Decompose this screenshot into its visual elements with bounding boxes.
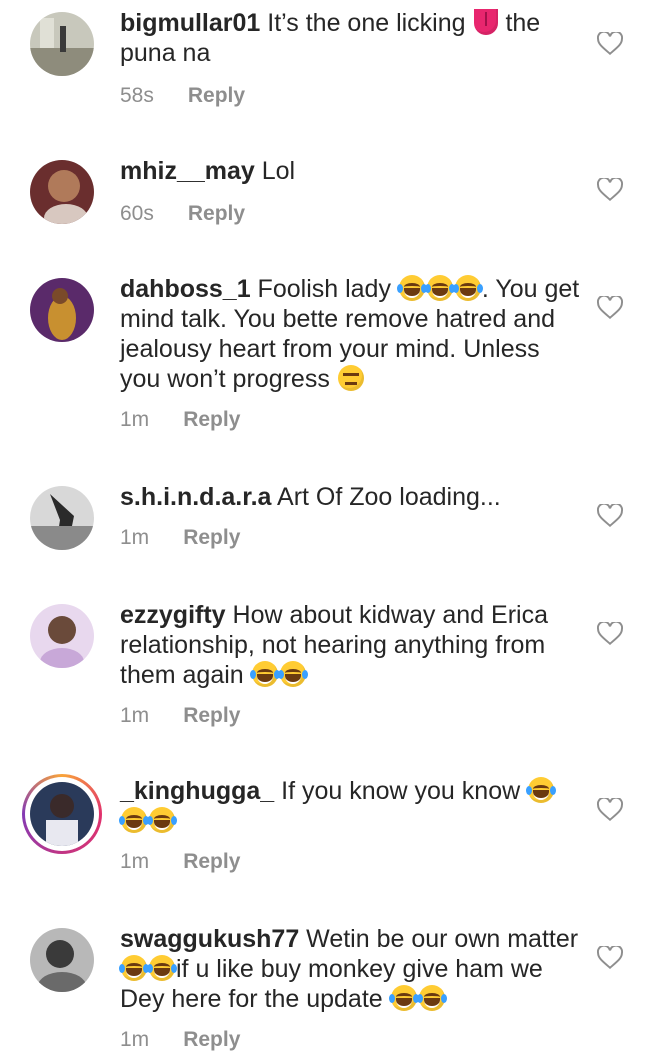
- expressionless-emoji: [337, 365, 364, 391]
- laughing-tears-emoji: [277, 661, 308, 687]
- username[interactable]: s.h.i.n.d.a.r.a: [120, 483, 271, 511]
- laughing-tears-emoji: [119, 807, 149, 833]
- comment-text: s.h.i.n.d.a.r.a Art Of Zoo loading...: [120, 483, 501, 511]
- comment-text: ezzygifty How about kidway and Erica rel…: [120, 601, 548, 689]
- laughing-tears-emoji: [388, 985, 419, 1011]
- avatar[interactable]: [30, 12, 94, 76]
- timestamp: 1m: [120, 408, 150, 431]
- comment-text: dahboss_1 Foolish lady . You get mind ta…: [120, 275, 580, 393]
- avatar[interactable]: [30, 928, 94, 992]
- comment-text: _kinghugga_ If you know you know: [119, 776, 580, 836]
- reply-button[interactable]: Reply: [188, 84, 245, 108]
- comment-meta: 58s Reply: [120, 84, 245, 108]
- laughing-tears-emoji: [526, 777, 557, 803]
- comment-text: swaggukush77 Wetin be our own matter if …: [119, 925, 579, 1013]
- laughing-tears-emoji: [147, 807, 177, 833]
- heart-outline-icon[interactable]: [597, 504, 623, 528]
- comment-meta: 60s Reply: [120, 202, 245, 226]
- heart-outline-icon[interactable]: [597, 622, 623, 646]
- laughing-tears-emoji: [424, 275, 455, 301]
- tongue-emoji: [473, 9, 498, 35]
- avatar[interactable]: [30, 278, 94, 342]
- laughing-tears-emoji: [119, 955, 149, 981]
- comment-meta: 1m Reply: [120, 526, 240, 550]
- heart-outline-icon[interactable]: [597, 178, 623, 202]
- laughing-tears-emoji: [396, 275, 427, 301]
- comment-text: mhiz__may Lol: [120, 157, 296, 185]
- timestamp: 60s: [120, 202, 154, 225]
- timestamp: 1m: [120, 1028, 150, 1051]
- avatar[interactable]: [30, 782, 94, 846]
- comment-meta: 1m Reply: [120, 408, 240, 432]
- comment-meta: 1m Reply: [120, 1028, 240, 1052]
- username[interactable]: bigmullar01: [120, 9, 260, 37]
- reply-button[interactable]: Reply: [188, 202, 245, 226]
- reply-button[interactable]: Reply: [183, 704, 240, 728]
- avatar[interactable]: [30, 604, 94, 668]
- avatar[interactable]: [30, 160, 94, 224]
- timestamp: 1m: [120, 526, 150, 549]
- username[interactable]: mhiz__may: [120, 157, 255, 185]
- reply-button[interactable]: Reply: [183, 1028, 240, 1052]
- comment-text: bigmullar01 It’s the one licking the pun…: [120, 9, 541, 67]
- username[interactable]: dahboss_1: [120, 275, 251, 303]
- username[interactable]: _kinghugga_: [120, 777, 274, 805]
- story-ring[interactable]: [22, 774, 102, 854]
- username[interactable]: swaggukush77: [120, 925, 299, 953]
- heart-outline-icon[interactable]: [597, 32, 623, 56]
- heart-outline-icon[interactable]: [597, 946, 623, 970]
- heart-outline-icon[interactable]: [597, 296, 623, 320]
- laughing-tears-emoji: [416, 985, 447, 1011]
- reply-button[interactable]: Reply: [183, 850, 240, 874]
- username[interactable]: ezzygifty: [120, 601, 226, 629]
- timestamp: 1m: [120, 850, 150, 873]
- timestamp: 58s: [120, 84, 154, 107]
- laughing-tears-emoji: [147, 955, 177, 981]
- laughing-tears-emoji: [249, 661, 280, 687]
- heart-outline-icon[interactable]: [597, 798, 623, 822]
- laughing-tears-emoji: [452, 275, 483, 301]
- comment-meta: 1m Reply: [120, 704, 240, 728]
- avatar[interactable]: [30, 486, 94, 550]
- timestamp: 1m: [120, 704, 150, 727]
- comment-meta: 1m Reply: [120, 850, 240, 874]
- reply-button[interactable]: Reply: [183, 408, 240, 432]
- reply-button[interactable]: Reply: [183, 526, 240, 550]
